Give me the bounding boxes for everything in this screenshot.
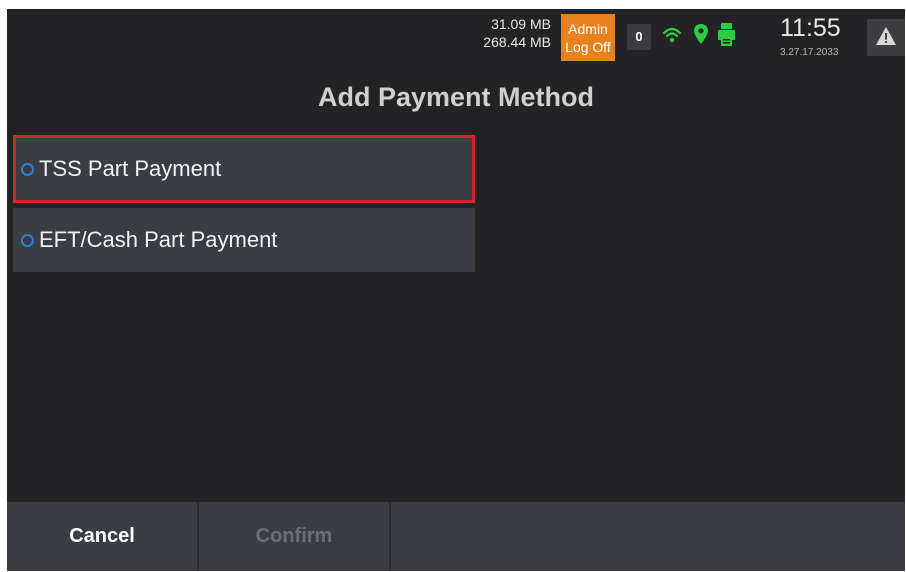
status-bar: 31.09 MB 268.44 MB Admin Log Off 0 11:55…: [7, 9, 905, 67]
warning-icon: [876, 27, 896, 45]
clock-time: 11:55: [780, 14, 841, 42]
option-tss-part-payment[interactable]: TSS Part Payment: [13, 135, 475, 203]
wifi-icon: [662, 27, 682, 43]
cancel-button[interactable]: Cancel: [7, 502, 197, 571]
admin-label: Admin: [568, 20, 608, 37]
alert-button[interactable]: [867, 19, 905, 56]
option-label: EFT/Cash Part Payment: [39, 227, 278, 252]
app-screen: 31.09 MB 268.44 MB Admin Log Off 0 11:55…: [7, 9, 905, 571]
action-bar: Cancel Confirm: [7, 502, 905, 571]
version-label: 3.27.17.2033: [780, 47, 839, 58]
admin-log-off-button[interactable]: Admin Log Off: [561, 14, 615, 61]
page-title: Add Payment Method: [317, 82, 594, 112]
radio-icon: [21, 233, 34, 247]
option-eft-cash-part-payment[interactable]: EFT/Cash Part Payment: [13, 208, 475, 272]
log-off-label: Log Off: [565, 38, 611, 55]
memory-used: 31.09 MB: [491, 16, 551, 32]
option-label: TSS Part Payment: [39, 156, 222, 181]
radio-icon: [21, 162, 34, 176]
location-icon: [694, 24, 708, 44]
printer-icon: [718, 23, 735, 46]
memory-total: 268.44 MB: [483, 34, 551, 50]
memory-readout: 31.09 MB 268.44 MB: [483, 15, 551, 51]
divider: [389, 502, 391, 571]
confirm-button[interactable]: Confirm: [199, 502, 389, 571]
queue-count-badge[interactable]: 0: [627, 24, 651, 50]
